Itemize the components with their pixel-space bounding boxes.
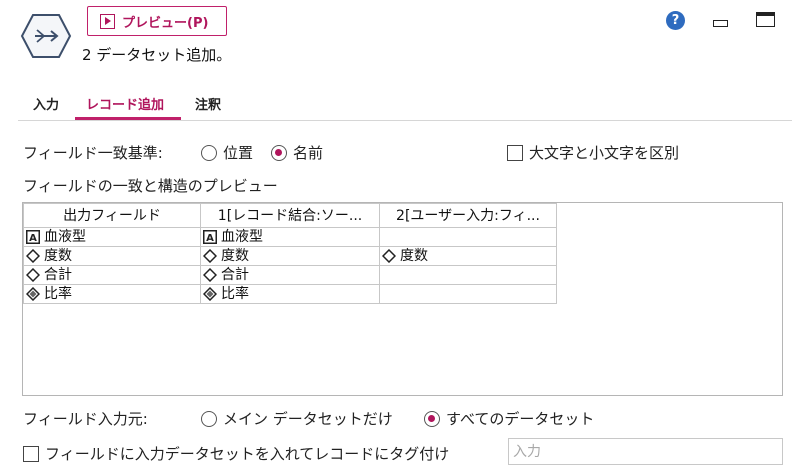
cell-text: 合計: [221, 267, 249, 283]
continuous-type-icon: [203, 268, 217, 282]
play-icon: [100, 13, 115, 29]
tag-records-checkbox[interactable]: フィールドに入力データセットを入れてレコードにタグ付け: [23, 443, 449, 464]
tag-records-label: フィールドに入力データセットを入れてレコードにタグ付け: [45, 445, 450, 463]
cell-text: 度数: [400, 248, 428, 264]
table-row[interactable]: 合計 合計: [23, 265, 557, 285]
tab-annotations[interactable]: 注釈: [195, 94, 221, 113]
table-cell: 度数: [23, 246, 201, 266]
field-source-label: フィールド入力元:: [23, 410, 148, 428]
checkbox-box[interactable]: [507, 144, 523, 161]
node-title: 2 データセット追加。: [82, 46, 232, 64]
tab-input[interactable]: 入力: [33, 94, 59, 113]
string-type-icon: A: [203, 230, 217, 244]
field-preview-table: 出力フィールド 1[レコード結合:ソー... 2[ユーザー入力:フィ... A血…: [22, 202, 783, 396]
cell-text: 比率: [44, 286, 72, 302]
match-by-name-label: 名前: [293, 144, 324, 162]
continuous-type-icon: [26, 249, 40, 263]
derived-type-icon: [203, 287, 217, 301]
case-sensitive-label: 大文字と小文字を区別: [529, 144, 680, 162]
minimize-icon[interactable]: [713, 13, 728, 27]
table-cell: 合計: [23, 265, 201, 285]
cell-text: 血液型: [44, 229, 86, 245]
continuous-type-icon: [382, 249, 396, 263]
match-by-position-label: 位置: [223, 144, 254, 162]
derived-type-icon: [26, 287, 40, 301]
table-row[interactable]: A 血液型 A 血液型: [23, 227, 557, 247]
help-icon[interactable]: ?: [666, 11, 685, 30]
match-by-position-radio[interactable]: 位置: [201, 142, 253, 163]
tab-append-records[interactable]: レコード追加: [86, 94, 164, 113]
string-type-icon: A: [26, 230, 40, 244]
table-cell: A 血液型: [200, 227, 380, 247]
table-row[interactable]: 比率 比率: [23, 284, 557, 304]
preview-section-label: フィールドの一致と構造のプレビュー: [23, 177, 278, 195]
field-match-label: フィールド一致基準:: [23, 144, 163, 162]
svg-text:A: A: [206, 233, 214, 244]
cell-text: 度数: [221, 248, 249, 264]
table-cell: [379, 265, 557, 285]
table-cell: 度数: [200, 246, 380, 266]
radio-indicator[interactable]: [201, 410, 217, 427]
cell-text: 比率: [221, 286, 249, 302]
continuous-type-icon: [26, 268, 40, 282]
cell-text: 度数: [44, 248, 72, 264]
tab-divider: [18, 120, 792, 121]
svg-text:A: A: [29, 233, 37, 244]
main-dataset-only-label: メイン データセットだけ: [223, 410, 393, 428]
checkbox-box[interactable]: [23, 445, 39, 462]
radio-indicator-selected[interactable]: [424, 410, 440, 427]
table-cell: 度数: [379, 246, 557, 266]
continuous-type-icon: [203, 249, 217, 263]
cell-text: 合計: [44, 267, 72, 283]
column-header-output-field[interactable]: 出力フィールド: [23, 203, 201, 228]
column-header-source-2[interactable]: 2[ユーザー入力:フィ...: [379, 203, 557, 228]
table-cell: [379, 227, 557, 247]
radio-indicator[interactable]: [201, 144, 217, 161]
table-cell: A 血液型: [23, 227, 201, 247]
all-datasets-label: すべてのデータセット: [446, 410, 595, 428]
table-row[interactable]: 度数 度数 度数: [23, 246, 557, 266]
preview-button-label: プレビュー(P): [122, 15, 209, 31]
table-cell: [379, 284, 557, 304]
cell-text: 血液型: [221, 229, 263, 245]
main-dataset-only-radio[interactable]: メイン データセットだけ: [201, 408, 393, 429]
maximize-icon[interactable]: [756, 12, 775, 27]
table-cell: 比率: [23, 284, 201, 304]
column-header-source-1[interactable]: 1[レコード結合:ソー...: [200, 203, 380, 228]
table-cell: 合計: [200, 265, 380, 285]
tag-field-input[interactable]: [508, 438, 783, 465]
table-header-row: 出力フィールド 1[レコード結合:ソー... 2[ユーザー入力:フィ...: [23, 203, 557, 228]
preview-button[interactable]: プレビュー(P): [87, 6, 227, 36]
append-node-icon: [20, 14, 72, 58]
case-sensitive-checkbox[interactable]: 大文字と小文字を区別: [507, 142, 679, 163]
table-cell: 比率: [200, 284, 380, 304]
radio-indicator-selected[interactable]: [271, 144, 287, 161]
all-datasets-radio[interactable]: すべてのデータセット: [424, 408, 594, 429]
match-by-name-radio[interactable]: 名前: [271, 142, 323, 163]
